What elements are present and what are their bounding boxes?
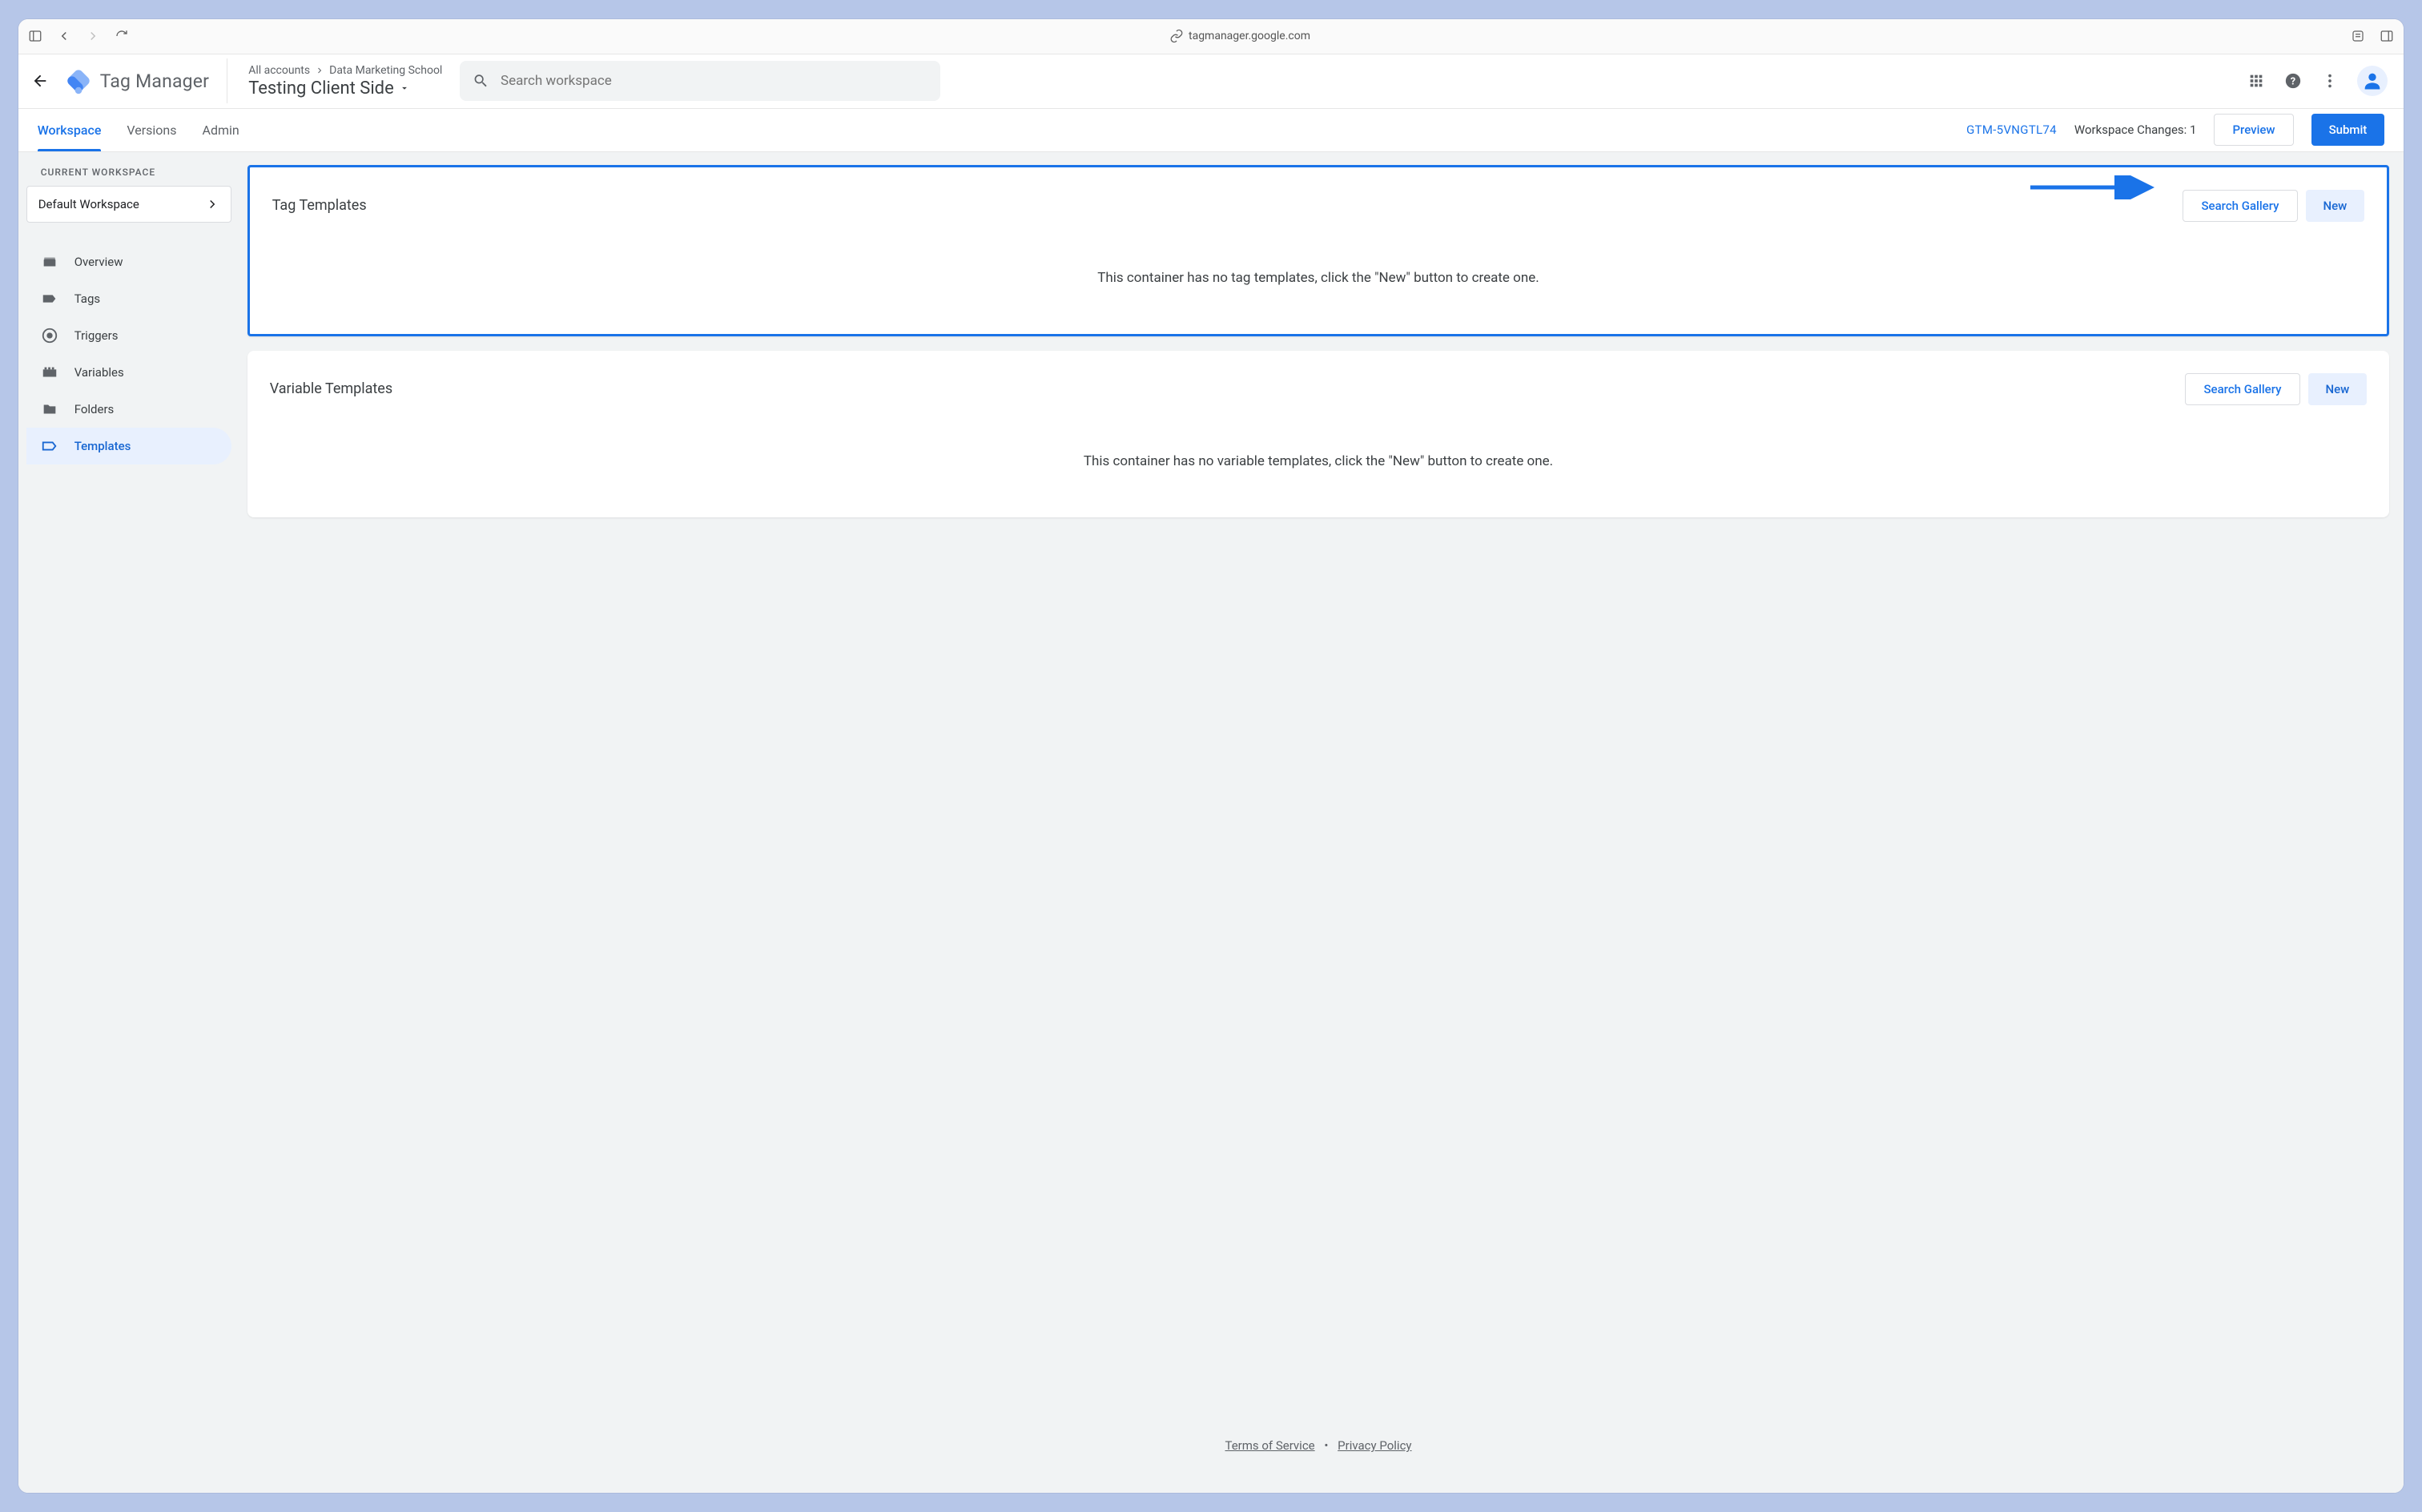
- sidebar-item-folders[interactable]: Folders: [26, 391, 231, 428]
- variable-templates-card: Variable Templates Search Gallery New Th…: [247, 351, 2390, 517]
- preview-button[interactable]: Preview: [2214, 114, 2293, 146]
- browser-toolbar: tagmanager.google.com: [18, 19, 2404, 54]
- search-box[interactable]: [460, 61, 940, 101]
- main-content: Tag Templates Search Gallery New This co…: [239, 152, 2404, 1494]
- caret-down-icon: [399, 82, 410, 94]
- tabs-icon[interactable]: [2380, 29, 2394, 43]
- header-right: ?: [2247, 66, 2388, 96]
- reader-icon[interactable]: [2351, 29, 2365, 43]
- overview-icon: [41, 253, 58, 271]
- tags-icon: [41, 290, 58, 308]
- sub-header: Workspace Versions Admin GTM-5VNGTL74 Wo…: [18, 109, 2404, 152]
- container-id[interactable]: GTM-5VNGTL74: [1966, 123, 2057, 137]
- card-title: Tag Templates: [272, 197, 367, 214]
- new-button[interactable]: New: [2306, 190, 2365, 222]
- avatar[interactable]: [2357, 66, 2388, 96]
- card-header: Variable Templates Search Gallery New: [270, 373, 2368, 405]
- apps-icon[interactable]: [2247, 71, 2266, 90]
- sub-header-right: GTM-5VNGTL74 Workspace Changes: 1 Previe…: [1966, 114, 2384, 146]
- variables-icon: [41, 364, 58, 381]
- tab-workspace[interactable]: Workspace: [38, 109, 102, 151]
- chevron-right-icon: [315, 66, 324, 75]
- logo-block[interactable]: Tag Manager: [65, 58, 228, 103]
- chevron-right-icon: [205, 197, 219, 211]
- gtm-logo-icon: [65, 67, 92, 94]
- app-window: tagmanager.google.com Tag Manager All ac…: [18, 19, 2404, 1494]
- more-menu-icon[interactable]: [2320, 71, 2340, 90]
- sidebar-item-label: Overview: [74, 255, 123, 269]
- separator: •: [1318, 1438, 1334, 1453]
- sidebar-item-tags[interactable]: Tags: [26, 280, 231, 317]
- product-name: Tag Manager: [100, 70, 210, 92]
- workspace-label: CURRENT WORKSPACE: [26, 167, 231, 178]
- terms-link[interactable]: Terms of Service: [1225, 1438, 1314, 1453]
- container-selector[interactable]: All accounts Data Marketing School Testi…: [237, 64, 442, 99]
- sidebar: CURRENT WORKSPACE Default Workspace Over…: [18, 152, 239, 1494]
- breadcrumb-account: Data Marketing School: [329, 64, 442, 77]
- browser-forward-icon: [86, 29, 100, 43]
- search-gallery-button[interactable]: Search Gallery: [2183, 190, 2297, 222]
- new-button[interactable]: New: [2308, 373, 2368, 405]
- submit-button[interactable]: Submit: [2311, 114, 2385, 146]
- sidebar-item-triggers[interactable]: Triggers: [26, 317, 231, 354]
- app-header: Tag Manager All accounts Data Marketing …: [18, 54, 2404, 109]
- url-text: tagmanager.google.com: [1189, 30, 1310, 42]
- breadcrumb: All accounts Data Marketing School: [248, 64, 442, 77]
- empty-message: This container has no variable templates…: [270, 405, 2368, 485]
- sidebar-item-label: Templates: [74, 439, 131, 453]
- breadcrumb-root: All accounts: [248, 64, 310, 77]
- sidebar-item-label: Folders: [74, 402, 115, 416]
- annotation-arrow-icon: [2026, 175, 2154, 199]
- sidebar-item-templates[interactable]: Templates: [26, 428, 231, 464]
- sidebar-item-variables[interactable]: Variables: [26, 354, 231, 391]
- sidebar-item-overview[interactable]: Overview: [26, 243, 231, 280]
- workspace-selector[interactable]: Default Workspace: [26, 186, 231, 223]
- container-name: Testing Client Side: [248, 78, 442, 99]
- search-gallery-button[interactable]: Search Gallery: [2185, 373, 2299, 405]
- triggers-icon: [41, 327, 58, 344]
- svg-text:?: ?: [2291, 76, 2295, 88]
- tab-admin[interactable]: Admin: [203, 109, 239, 151]
- link-icon: [1169, 29, 1184, 43]
- templates-icon: [41, 437, 58, 455]
- browser-back-icon[interactable]: [57, 29, 71, 43]
- footer: Terms of Service • Privacy Policy: [247, 1358, 2390, 1461]
- tab-versions[interactable]: Versions: [127, 109, 176, 151]
- card-actions: Search Gallery New: [2185, 373, 2367, 405]
- privacy-link[interactable]: Privacy Policy: [1338, 1438, 1411, 1453]
- workspace-name: Default Workspace: [38, 197, 139, 211]
- sidebar-item-label: Triggers: [74, 328, 119, 343]
- browser-url[interactable]: tagmanager.google.com: [143, 29, 2337, 43]
- card-actions: Search Gallery New: [2183, 190, 2364, 222]
- browser-reload-icon[interactable]: [115, 29, 129, 43]
- back-button[interactable]: [25, 66, 55, 96]
- folders-icon: [41, 400, 58, 418]
- sidebar-toggle-icon[interactable]: [28, 29, 42, 43]
- body: CURRENT WORKSPACE Default Workspace Over…: [18, 152, 2404, 1494]
- search-icon: [473, 72, 489, 90]
- main-tabs: Workspace Versions Admin: [38, 109, 239, 151]
- person-icon: [2361, 70, 2384, 92]
- sidebar-item-label: Tags: [74, 292, 100, 306]
- sidebar-item-label: Variables: [74, 365, 124, 380]
- empty-message: This container has no tag templates, cli…: [272, 222, 2365, 302]
- workspace-changes[interactable]: Workspace Changes: 1: [2074, 123, 2197, 137]
- tag-templates-card: Tag Templates Search Gallery New This co…: [247, 165, 2390, 336]
- search-input[interactable]: [501, 73, 927, 89]
- container-name-text: Testing Client Side: [248, 78, 394, 99]
- card-title: Variable Templates: [270, 380, 392, 397]
- help-icon[interactable]: ?: [2283, 71, 2303, 90]
